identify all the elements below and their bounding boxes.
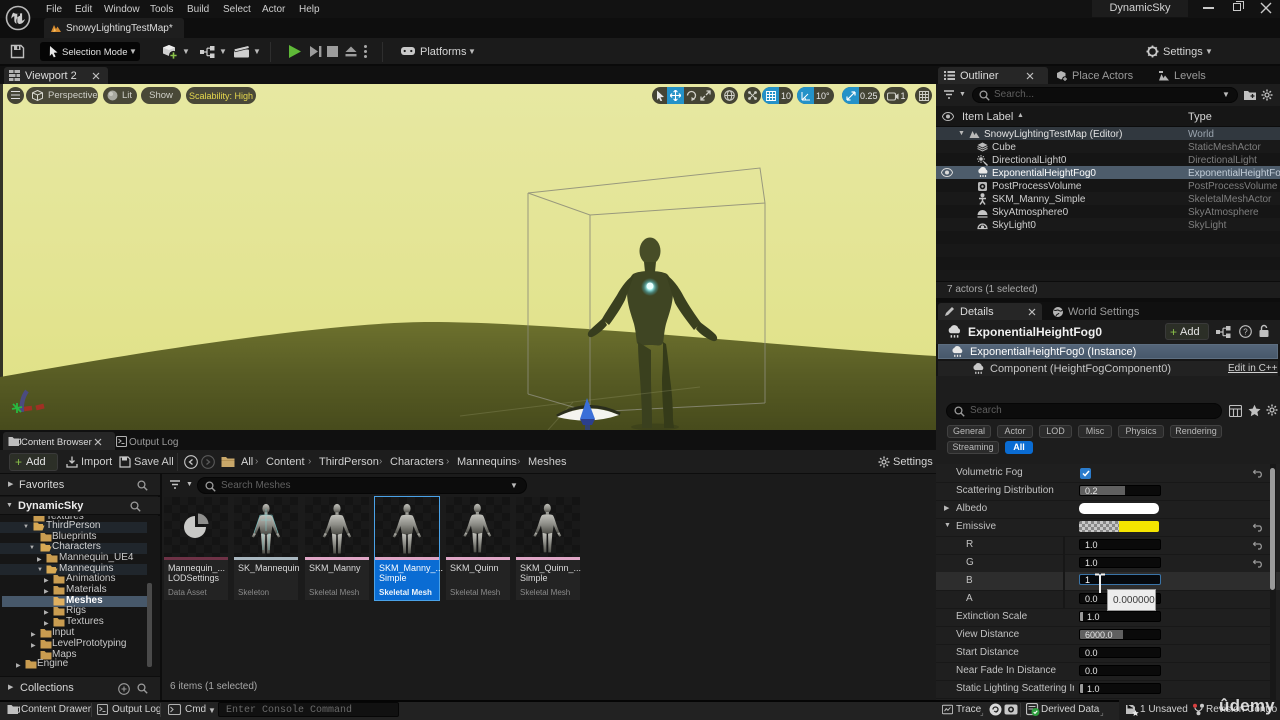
svg-text:?: ? (1243, 328, 1248, 337)
